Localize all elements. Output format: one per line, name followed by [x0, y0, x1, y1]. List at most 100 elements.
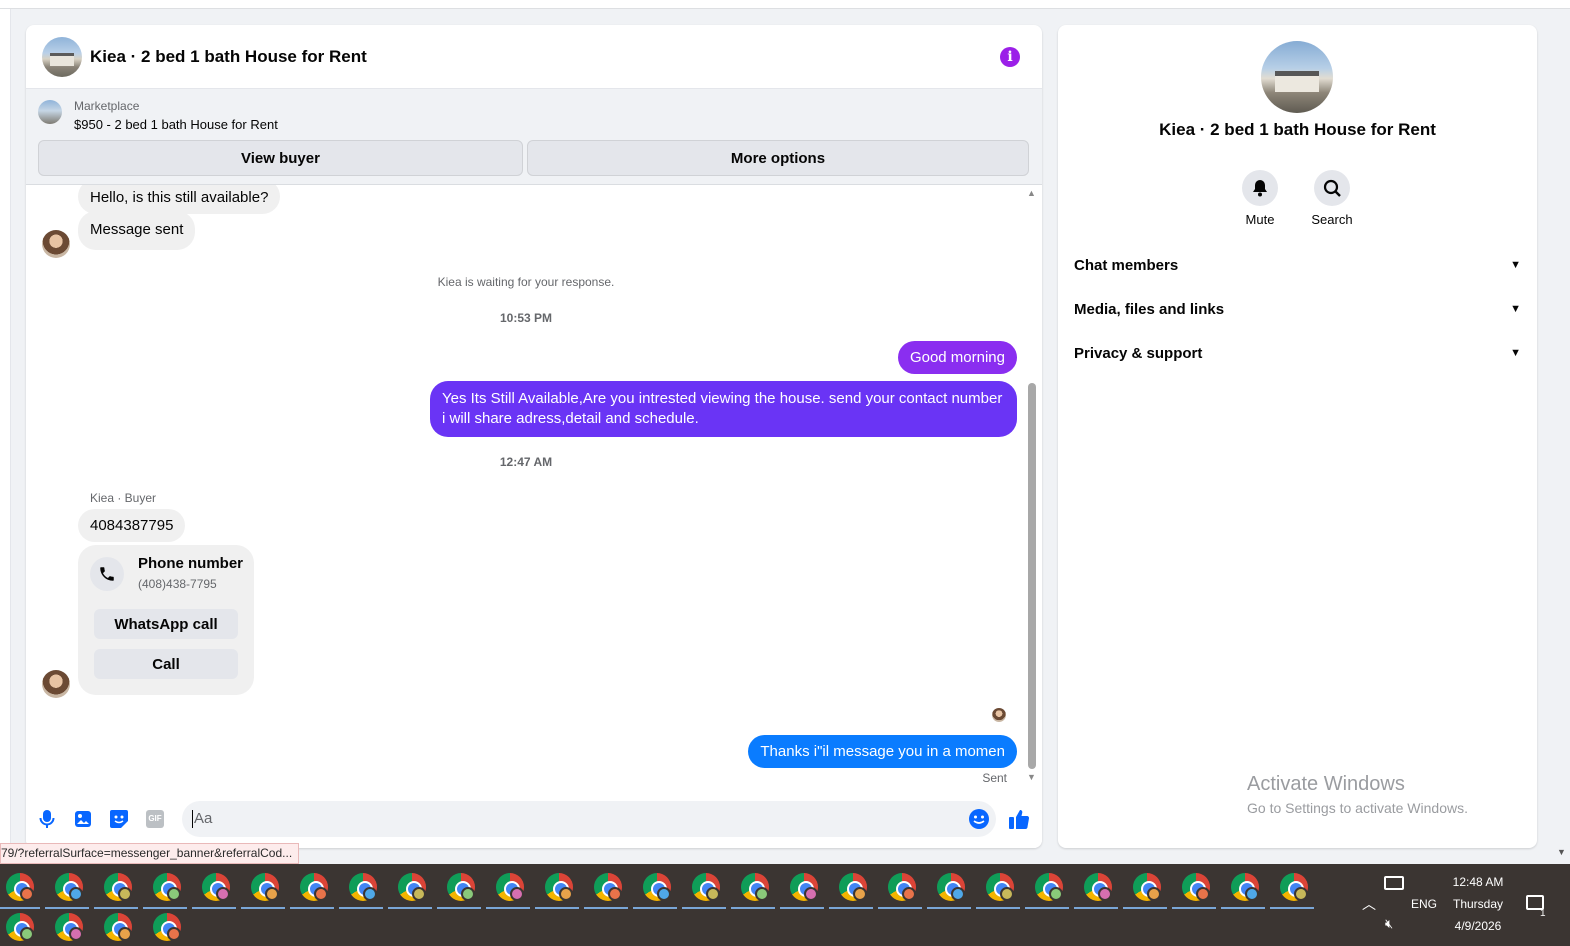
- chrome-profile-icon[interactable]: [153, 873, 181, 901]
- chrome-profile-icon[interactable]: [1182, 873, 1210, 901]
- photo-icon[interactable]: [72, 808, 94, 830]
- profile-badge-icon: [69, 887, 83, 901]
- clock-date[interactable]: 4/9/2026: [1448, 919, 1508, 933]
- chrome-profile-icon[interactable]: [1231, 873, 1259, 901]
- taskbar-app-indicator: [241, 907, 285, 909]
- profile-badge-icon: [216, 887, 230, 901]
- gif-icon[interactable]: GIF: [144, 808, 166, 830]
- incoming-message[interactable]: Hello, is this still available?: [78, 185, 281, 214]
- chrome-profile-icon[interactable]: [496, 873, 524, 901]
- chrome-profile-icon[interactable]: [55, 913, 83, 941]
- mute-action[interactable]: Mute: [1230, 170, 1290, 227]
- chevron-down-icon: ▼: [1510, 259, 1521, 271]
- page-scrollbar[interactable]: ▼: [1553, 9, 1570, 864]
- incoming-message[interactable]: Message sent: [78, 211, 196, 250]
- taskbar-app-indicator: [535, 907, 579, 909]
- marketplace-banner: Marketplace $950 - 2 bed 1 bath House fo…: [26, 89, 1042, 185]
- outgoing-message[interactable]: Good morning: [897, 341, 1017, 374]
- listing-title[interactable]: $950 - 2 bed 1 bath House for Rent: [74, 117, 278, 132]
- chrome-profile-icon[interactable]: [1280, 873, 1308, 901]
- chrome-profile-icon[interactable]: [986, 873, 1014, 901]
- buyer-avatar[interactable]: [42, 230, 70, 258]
- profile-badge-icon: [69, 927, 83, 941]
- chrome-profile-icon[interactable]: [643, 873, 671, 901]
- chrome-profile-icon[interactable]: [1133, 873, 1161, 901]
- whatsapp-call-button[interactable]: WhatsApp call: [94, 609, 238, 639]
- incoming-message[interactable]: 4084387795: [78, 509, 186, 542]
- info-icon[interactable]: i: [1000, 47, 1020, 67]
- profile-badge-icon: [265, 887, 279, 901]
- more-options-button[interactable]: More options: [527, 140, 1029, 176]
- chrome-profile-icon[interactable]: [790, 873, 818, 901]
- view-buyer-button[interactable]: View buyer: [38, 140, 523, 176]
- profile-badge-icon: [1049, 887, 1063, 901]
- profile-badge-icon: [118, 927, 132, 941]
- chrome-profile-icon[interactable]: [349, 873, 377, 901]
- chrome-profile-icon[interactable]: [104, 873, 132, 901]
- chrome-profile-icon[interactable]: [6, 913, 34, 941]
- chrome-profile-icon[interactable]: [594, 873, 622, 901]
- profile-badge-icon: [706, 887, 720, 901]
- chevron-down-icon: ▼: [1510, 303, 1521, 315]
- chrome-profile-icon[interactable]: [153, 913, 181, 941]
- taskbar-app-indicator: [1172, 907, 1216, 909]
- search-icon[interactable]: [1314, 170, 1350, 206]
- chrome-profile-icon[interactable]: [251, 873, 279, 901]
- clock-day[interactable]: Thursday: [1448, 897, 1508, 911]
- search-action[interactable]: Search: [1302, 170, 1362, 227]
- chat-title[interactable]: Kiea · 2 bed 1 bath House for Rent: [90, 47, 367, 67]
- network-icon[interactable]: [1384, 876, 1404, 890]
- profile-badge-icon: [1098, 887, 1112, 901]
- chrome-profile-icon[interactable]: [888, 873, 916, 901]
- taskbar-app-indicator: [878, 907, 922, 909]
- profile-badge-icon: [118, 887, 132, 901]
- activate-windows-watermark: Activate Windows Go to Settings to activ…: [1247, 773, 1468, 816]
- clock-time[interactable]: 12:48 AM: [1448, 875, 1508, 889]
- outgoing-message[interactable]: Yes Its Still Available,Are you intreste…: [430, 381, 1017, 437]
- listing-avatar[interactable]: [42, 36, 82, 77]
- chrome-profile-icon[interactable]: [447, 873, 475, 901]
- chrome-profile-icon[interactable]: [55, 873, 83, 901]
- outgoing-message[interactable]: Thanks i"il message you in a momen: [748, 735, 1017, 768]
- chrome-profile-icon[interactable]: [300, 873, 328, 901]
- profile-badge-icon: [167, 927, 181, 941]
- profile-badge-icon: [314, 887, 328, 901]
- panel-avatar[interactable]: [1261, 41, 1333, 113]
- chrome-profile-icon[interactable]: [104, 913, 132, 941]
- chrome-profile-icon[interactable]: [398, 873, 426, 901]
- chevron-up-icon[interactable]: ︿: [1362, 894, 1376, 914]
- chrome-profile-icon[interactable]: [202, 873, 230, 901]
- media-files-links-label: Media, files and links: [1074, 300, 1225, 318]
- message-input[interactable]: Aa: [182, 801, 996, 837]
- chrome-profile-icon[interactable]: [1084, 873, 1112, 901]
- chrome-profile-icon[interactable]: [692, 873, 720, 901]
- listing-thumbnail: [38, 100, 62, 124]
- taskbar-app-indicator: [1025, 907, 1069, 909]
- privacy-support-row[interactable]: Privacy & support ▼: [1074, 333, 1521, 373]
- call-button[interactable]: Call: [94, 649, 238, 679]
- thumbs-up-icon[interactable]: [1008, 808, 1030, 830]
- chrome-profile-icon[interactable]: [1035, 873, 1063, 901]
- volume-muted-icon[interactable]: 🔇︎: [1385, 916, 1393, 932]
- language-indicator[interactable]: ENG: [1411, 897, 1437, 911]
- scroll-down-arrow[interactable]: ▼: [1027, 772, 1036, 782]
- read-receipt-avatar: [992, 708, 1006, 722]
- sticker-icon[interactable]: [108, 808, 130, 830]
- chat-members-row[interactable]: Chat members ▼: [1074, 245, 1521, 285]
- chrome-profile-icon[interactable]: [545, 873, 573, 901]
- message-scroll-thumb[interactable]: [1028, 383, 1036, 769]
- scroll-up-arrow[interactable]: ▲: [1027, 188, 1036, 198]
- buyer-avatar[interactable]: [42, 670, 70, 698]
- bell-icon[interactable]: [1242, 170, 1278, 206]
- taskbar-app-indicator: [731, 907, 775, 909]
- page-scroll-down-arrow[interactable]: ▼: [1557, 847, 1566, 857]
- chrome-profile-icon[interactable]: [6, 873, 34, 901]
- chrome-profile-icon[interactable]: [839, 873, 867, 901]
- media-files-links-row[interactable]: Media, files and links ▼: [1074, 289, 1521, 329]
- chrome-profile-icon[interactable]: [741, 873, 769, 901]
- message-status: Sent: [982, 771, 1007, 785]
- profile-badge-icon: [510, 887, 524, 901]
- emoji-icon[interactable]: [968, 808, 990, 830]
- microphone-icon[interactable]: [36, 808, 58, 830]
- chrome-profile-icon[interactable]: [937, 873, 965, 901]
